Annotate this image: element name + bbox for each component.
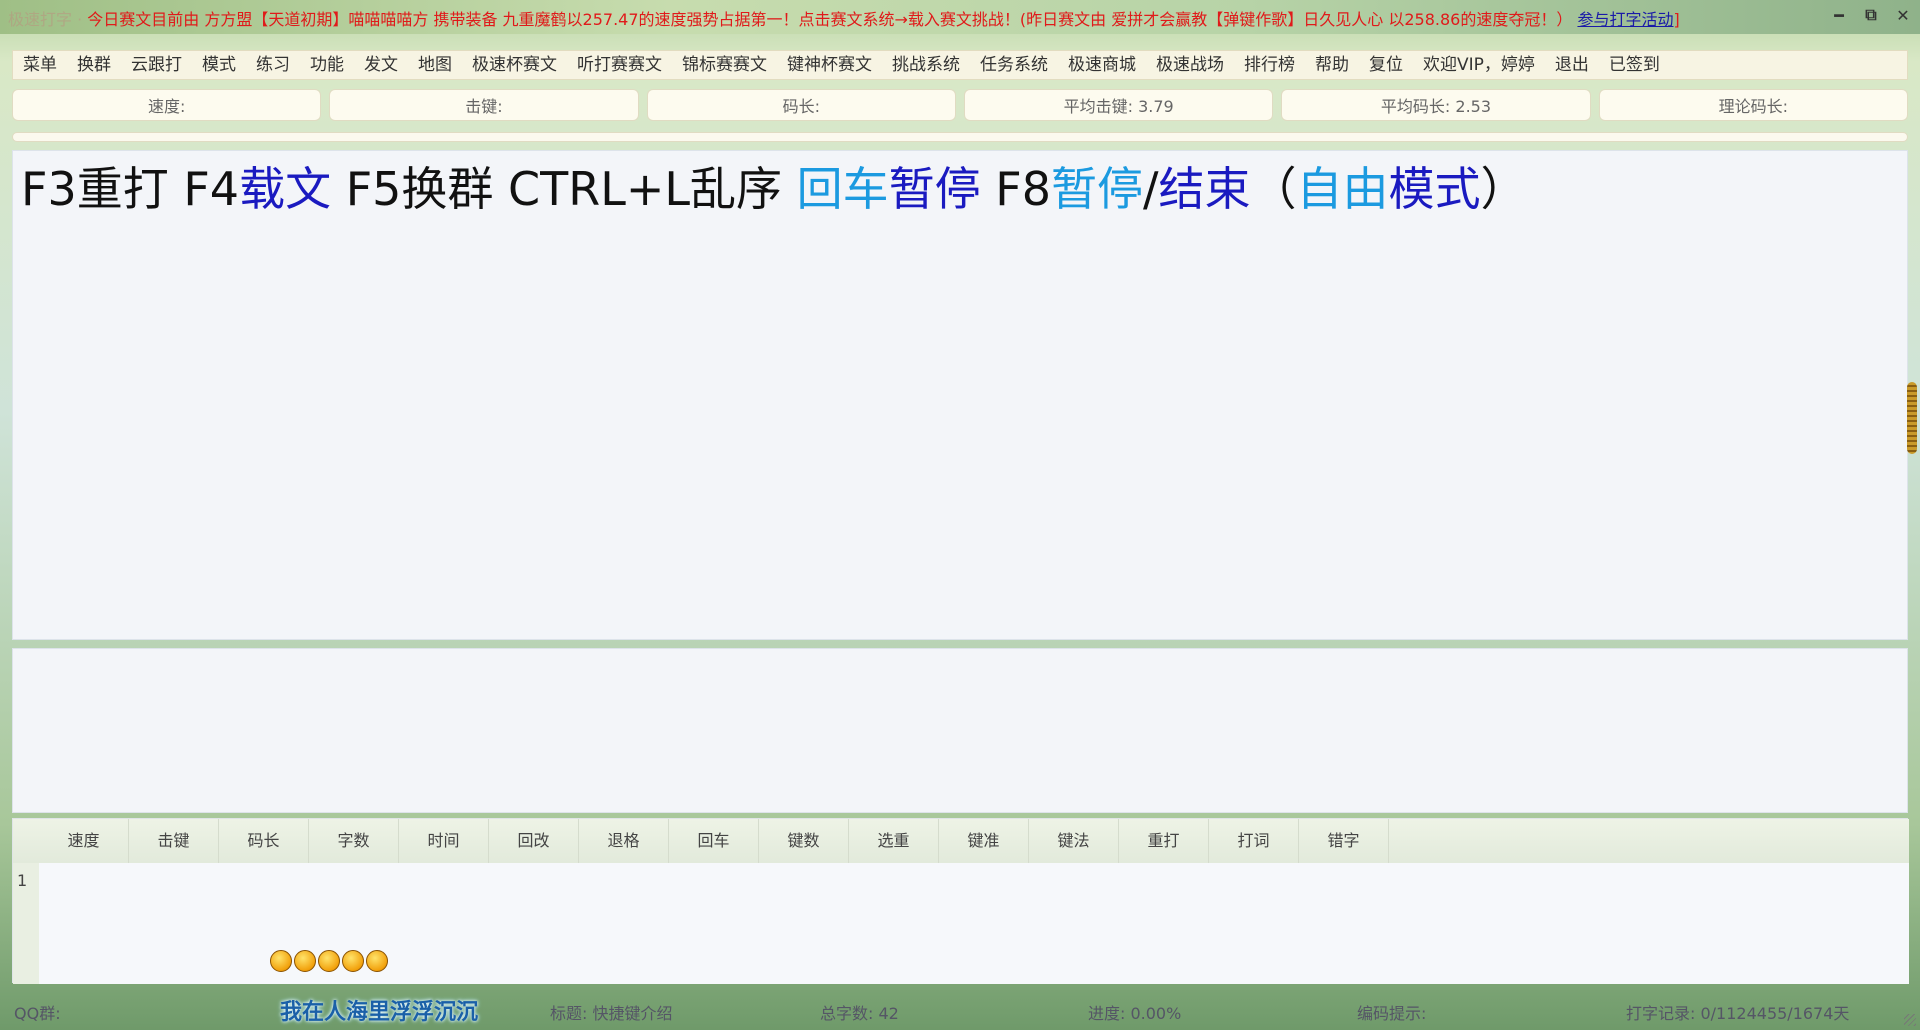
article-title: 标题: 快捷键介绍 bbox=[550, 1004, 673, 1023]
menu-item-championship[interactable]: 锦标赛赛文 bbox=[672, 50, 777, 80]
menu-item-mode[interactable]: 模式 bbox=[192, 50, 246, 80]
column-header[interactable]: 退格 bbox=[579, 819, 669, 863]
stat-speed: 速度: bbox=[12, 89, 322, 121]
menu-item-switch-group[interactable]: 换群 bbox=[67, 50, 121, 80]
qq-group-label: QQ群: bbox=[14, 1004, 61, 1023]
row-number: 1 bbox=[17, 871, 28, 890]
typing-record: 打字记录: 0/1124455/1674天 bbox=[1626, 1004, 1850, 1023]
menu-item-menu[interactable]: 菜单 bbox=[13, 50, 67, 80]
menu-item-key-god-cup[interactable]: 键神杯赛文 bbox=[777, 50, 882, 80]
marquee-announcement: 极速打字 · 今日赛文目前由 方方盟【天道初期】喵喵喵喵方 携带装备 九重魔鹤以… bbox=[8, 6, 1680, 30]
announcement-text: 今日赛文目前由 方方盟【天道初期】喵喵喵喵方 携带装备 九重魔鹤以257.47的… bbox=[87, 10, 1573, 29]
column-header[interactable]: 键数 bbox=[759, 819, 849, 863]
restore-button[interactable]: ⧉ bbox=[1860, 4, 1882, 26]
close-button[interactable]: ✕ bbox=[1892, 4, 1914, 26]
menu-bar: 菜单 换群 云跟打 模式 练习 功能 发文 地图 极速杯赛文 听打赛赛文 锦标赛… bbox=[12, 50, 1908, 80]
encoding-hint: 编码提示: bbox=[1357, 1004, 1427, 1023]
total-char-count: 总字数: 42 bbox=[820, 1004, 899, 1023]
menu-item-functions[interactable]: 功能 bbox=[300, 50, 354, 80]
menu-item-welcome-user[interactable]: 欢迎VIP，婷婷 bbox=[1413, 50, 1545, 80]
source-text: F3重打 F4载文 F5换群 CTRL+L乱序 回车暂停 F8暂停/结束（自由模… bbox=[21, 159, 1527, 219]
gold-coin-icon bbox=[318, 950, 340, 972]
menu-item-reset[interactable]: 复位 bbox=[1359, 50, 1413, 80]
gold-coin-icon bbox=[366, 950, 388, 972]
vertical-scrollbar-thumb[interactable] bbox=[1907, 382, 1917, 454]
link-bracket: ] bbox=[1673, 10, 1680, 29]
column-header[interactable]: 打词 bbox=[1209, 819, 1299, 863]
column-header[interactable]: 重打 bbox=[1119, 819, 1209, 863]
menu-item-tasks[interactable]: 任务系统 bbox=[970, 50, 1058, 80]
menu-item-speed-cup[interactable]: 极速杯赛文 bbox=[462, 50, 567, 80]
column-header[interactable]: 回车 bbox=[669, 819, 759, 863]
menu-item-exit[interactable]: 退出 bbox=[1545, 50, 1599, 80]
menu-item-practice[interactable]: 练习 bbox=[246, 50, 300, 80]
gold-coin-icon bbox=[342, 950, 364, 972]
text-seg: ） bbox=[1480, 162, 1527, 216]
menu-item-shop[interactable]: 极速商城 bbox=[1058, 50, 1146, 80]
text-seg: F3重打 F4 bbox=[21, 162, 240, 216]
column-header[interactable]: 键准 bbox=[939, 819, 1029, 863]
column-header[interactable]: 时间 bbox=[399, 819, 489, 863]
gold-coin-icon bbox=[270, 950, 292, 972]
menu-item-send-text[interactable]: 发文 bbox=[354, 50, 408, 80]
stat-avg-keystroke: 平均击键: 3.79 bbox=[963, 89, 1274, 121]
header-corner bbox=[13, 819, 39, 863]
column-header[interactable]: 回改 bbox=[489, 819, 579, 863]
typing-progress-bar bbox=[12, 132, 1908, 142]
typing-input-area[interactable] bbox=[12, 648, 1908, 813]
menu-item-help[interactable]: 帮助 bbox=[1305, 50, 1359, 80]
column-header[interactable]: 键法 bbox=[1029, 819, 1119, 863]
menu-item-signed-in[interactable]: 已签到 bbox=[1599, 50, 1670, 80]
column-header[interactable]: 字数 bbox=[309, 819, 399, 863]
text-seg: 模式 bbox=[1388, 162, 1481, 216]
menu-item-challenge[interactable]: 挑战系统 bbox=[882, 50, 970, 80]
column-header[interactable]: 选重 bbox=[849, 819, 939, 863]
join-activity-link[interactable]: 参与打字活动 bbox=[1577, 10, 1673, 29]
status-bar: QQ群: 我在人海里浮浮沉沉 标题: 快捷键介绍 总字数: 42 进度: 0.0… bbox=[0, 990, 1920, 1030]
title-prefix: 极速打字 · bbox=[8, 10, 83, 29]
column-header[interactable]: 击键 bbox=[129, 819, 219, 863]
text-seg: 暂停 bbox=[1051, 162, 1144, 216]
menu-item-map[interactable]: 地图 bbox=[408, 50, 462, 80]
text-seg: （ bbox=[1250, 162, 1297, 216]
stat-code-length: 码长: bbox=[646, 89, 956, 121]
menu-item-battlefield[interactable]: 极速战场 bbox=[1146, 50, 1234, 80]
column-header[interactable]: 错字 bbox=[1299, 819, 1389, 863]
text-seg: 自由 bbox=[1296, 162, 1389, 216]
text-seg: 暂停 bbox=[888, 162, 981, 216]
menu-item-leaderboard[interactable]: 排行榜 bbox=[1234, 50, 1305, 80]
column-header[interactable]: 速度 bbox=[39, 819, 129, 863]
gold-coin-icon bbox=[294, 950, 316, 972]
text-seg: 载文 bbox=[239, 162, 332, 216]
stat-keystroke: 击键: bbox=[329, 89, 639, 121]
window-controls: ━ ⧉ ✕ bbox=[1828, 4, 1914, 26]
title-bar: 极速打字 · 今日赛文目前由 方方盟【天道初期】喵喵喵喵方 携带装备 九重魔鹤以… bbox=[0, 0, 1920, 34]
column-header[interactable]: 码长 bbox=[219, 819, 309, 863]
results-header: 速度 击键 码长 字数 时间 回改 退格 回车 键数 选重 键准 键法 重打 打… bbox=[13, 819, 1909, 863]
text-seg: F8 bbox=[980, 162, 1052, 216]
text-seg: 结束 bbox=[1158, 162, 1251, 216]
stat-theory-code-length: 理论码长: bbox=[1598, 89, 1908, 121]
user-motto: 我在人海里浮浮沉沉 bbox=[280, 1000, 479, 1025]
text-seg: / bbox=[1143, 162, 1159, 216]
stat-avg-code-length: 平均码长: 2.53 bbox=[1281, 89, 1591, 121]
row-number-column: 1 bbox=[13, 863, 39, 984]
text-seg: 回车 bbox=[796, 162, 889, 216]
menu-item-listening-race[interactable]: 听打赛赛文 bbox=[567, 50, 672, 80]
source-text-panel: F3重打 F4载文 F5换群 CTRL+L乱序 回车暂停 F8暂停/结束（自由模… bbox=[12, 150, 1908, 640]
resize-grip-icon[interactable] bbox=[1904, 1014, 1916, 1026]
progress-percent: 进度: 0.00% bbox=[1088, 1004, 1182, 1023]
menu-item-cloud-follow[interactable]: 云跟打 bbox=[121, 50, 192, 80]
text-seg: F5换群 CTRL+L乱序 bbox=[331, 162, 797, 216]
minimize-button[interactable]: ━ bbox=[1828, 4, 1850, 26]
stats-bar: 速度: 击键: 码长: 平均击键: 3.79 平均码长: 2.53 理论码长: bbox=[12, 89, 1908, 121]
level-badges bbox=[270, 950, 388, 972]
